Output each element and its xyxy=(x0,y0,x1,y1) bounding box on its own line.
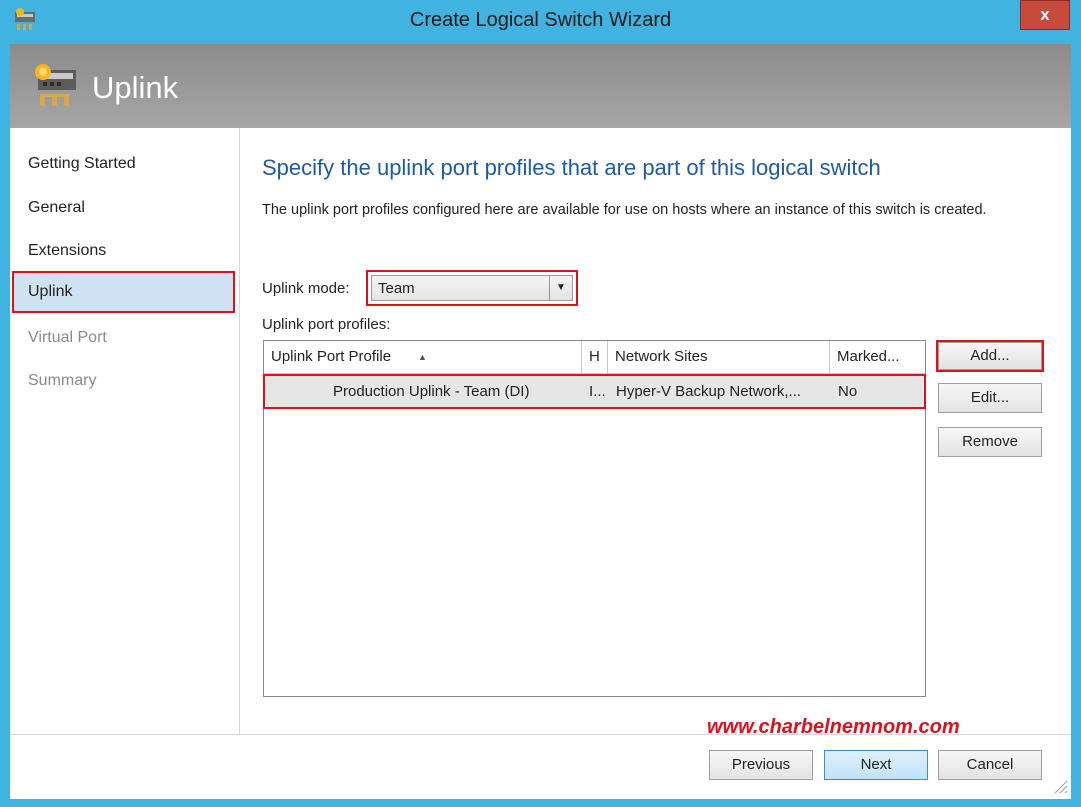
edit-button[interactable]: Edit... xyxy=(938,383,1042,413)
content-heading: Specify the uplink port profiles that ar… xyxy=(262,155,881,180)
wizard-client: Uplink Getting Started General Extension… xyxy=(10,44,1071,799)
uplink-mode-dropdown[interactable]: Team ▼ xyxy=(371,275,573,301)
cell-marked: No xyxy=(838,383,858,400)
uplink-profiles-label: Uplink port profiles: xyxy=(262,316,391,333)
page-header: Uplink xyxy=(10,44,1071,128)
window-title: Create Logical Switch Wizard xyxy=(409,9,672,31)
watermark: www.charbelnemnom.com xyxy=(707,716,960,738)
nav-item-extensions[interactable]: Extensions xyxy=(28,242,106,260)
cancel-button[interactable]: Cancel xyxy=(938,750,1042,780)
nav-item-label: Uplink xyxy=(28,283,73,300)
nav-item-getting-started[interactable]: Getting Started xyxy=(28,155,136,173)
add-button-highlight: Add... xyxy=(936,340,1044,372)
resize-grip-icon[interactable] xyxy=(1052,778,1068,794)
cell-network-sites: Hyper-V Backup Network,... xyxy=(616,383,802,400)
network-switch-icon xyxy=(35,64,76,106)
column-header-uplink-port-profile[interactable]: Uplink Port Profile ▲ xyxy=(264,341,582,373)
uplink-mode-value: Team xyxy=(378,280,415,297)
table-row[interactable]: Production Uplink - Team (DI) I... Hyper… xyxy=(263,374,926,409)
chevron-down-icon[interactable]: ▼ xyxy=(549,276,572,300)
wizard-window: Create Logical Switch Wizard x Uplink Ge… xyxy=(0,0,1081,807)
sort-ascending-icon: ▲ xyxy=(418,352,427,362)
remove-button[interactable]: Remove xyxy=(938,427,1042,457)
wizard-footer: Previous Next Cancel xyxy=(10,734,1071,799)
uplink-mode-highlight: Team ▼ xyxy=(366,270,578,306)
add-button[interactable]: Add... xyxy=(938,342,1042,370)
nav-item-summary: Summary xyxy=(28,372,97,389)
cell-h: I... xyxy=(589,383,606,400)
column-header-label: Uplink Port Profile xyxy=(271,348,392,365)
column-header-network-sites[interactable]: Network Sites xyxy=(608,341,830,373)
previous-button[interactable]: Previous xyxy=(709,750,813,780)
close-button[interactable]: x xyxy=(1020,0,1070,30)
cell-profile: Production Uplink - Team (DI) xyxy=(333,383,530,400)
column-header-h[interactable]: H xyxy=(582,341,608,373)
nav-item-general[interactable]: General xyxy=(28,199,85,217)
wizard-steps-nav: Getting Started General Extensions Uplin… xyxy=(10,128,240,734)
column-header-marked[interactable]: Marked... xyxy=(830,341,925,373)
uplink-mode-label: Uplink mode: xyxy=(262,280,350,297)
nav-item-virtual-port: Virtual Port xyxy=(28,329,107,346)
nav-item-uplink[interactable]: Uplink xyxy=(12,271,235,313)
page-title: Uplink xyxy=(92,70,179,105)
next-button[interactable]: Next xyxy=(824,750,928,780)
content-description: The uplink port profiles configured here… xyxy=(262,202,987,218)
grid-header: Uplink Port Profile ▲ H Network Sites Ma… xyxy=(264,341,925,374)
title-bar[interactable]: Create Logical Switch Wizard x xyxy=(0,0,1081,44)
